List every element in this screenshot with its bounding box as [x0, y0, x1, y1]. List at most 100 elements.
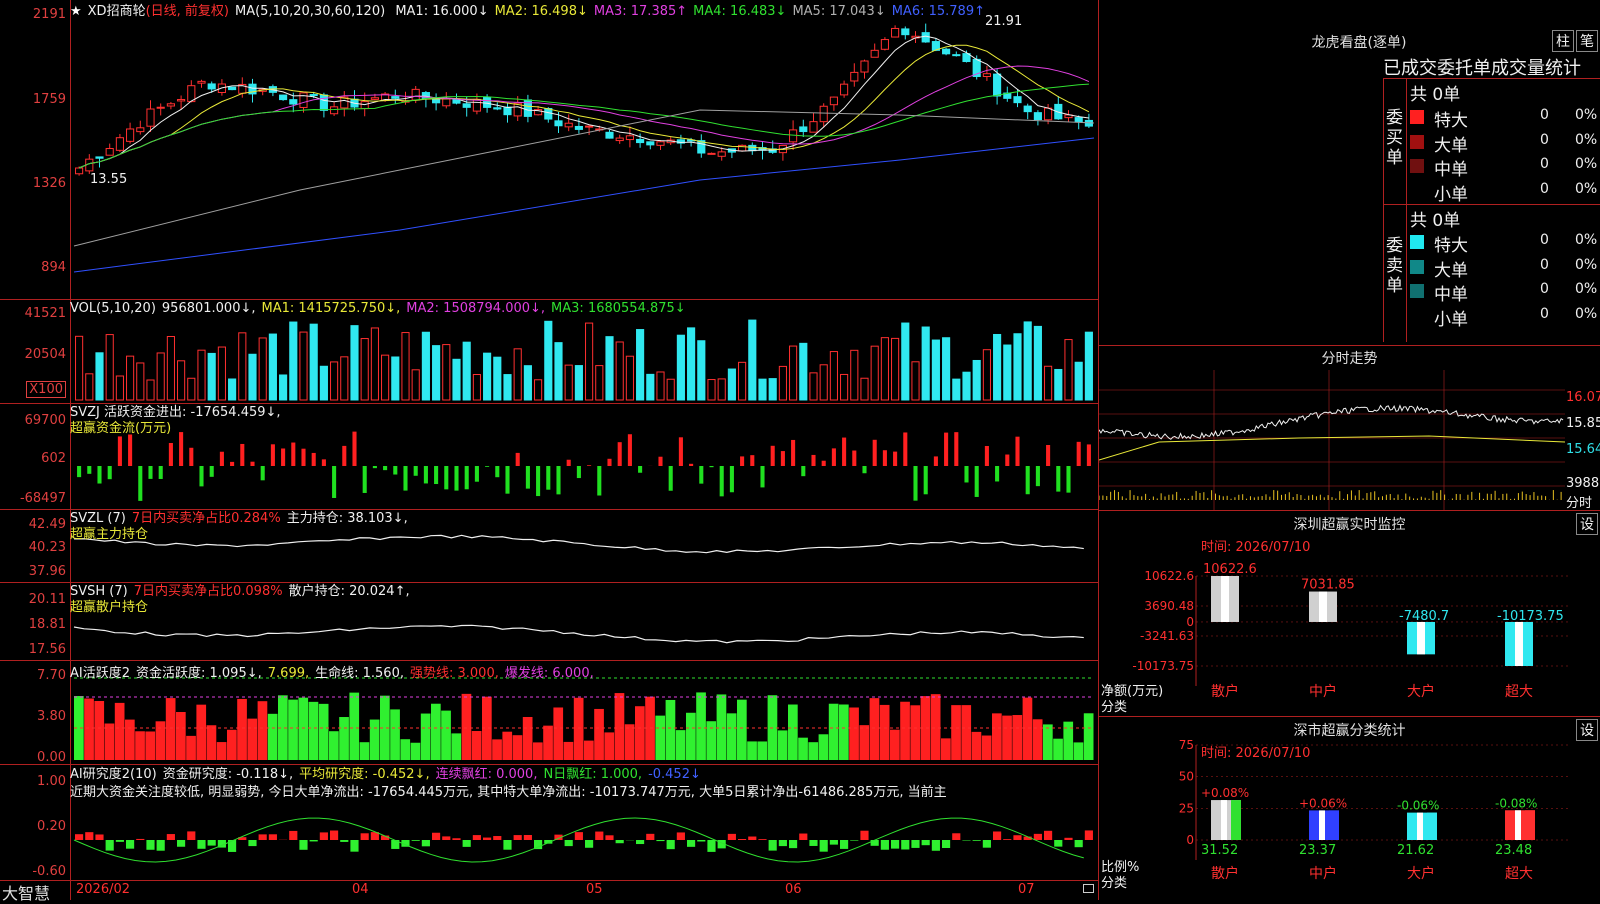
- candle-body: [830, 97, 837, 105]
- volume-bar: [555, 343, 562, 400]
- mon-y-tick: 3690.48: [1144, 599, 1194, 613]
- flow-bar: [322, 459, 326, 466]
- flow-bar: [750, 455, 754, 466]
- flow-bar: [87, 466, 91, 474]
- volume-bar: [402, 333, 409, 400]
- flow-bar: [240, 444, 244, 466]
- ma-item-3: MA3: 17.385↑: [594, 4, 687, 19]
- research-bar: [952, 833, 960, 840]
- ai2-v3: 连续飘红: 0.000,: [436, 767, 538, 782]
- activity-bar: [441, 711, 451, 760]
- y-tick: 1759: [33, 92, 66, 107]
- research-bar: [259, 834, 267, 840]
- stock-name[interactable]: XD招商轮: [88, 4, 146, 19]
- lhb-subtitle: 已成交委托单成交量统计: [1383, 54, 1581, 80]
- volume-bar: [728, 369, 735, 400]
- vol-title[interactable]: VOL(5,10,20): [70, 301, 156, 316]
- volume-bar: [749, 320, 756, 400]
- volume-bar: [524, 366, 531, 400]
- volume-bar: [739, 362, 746, 400]
- activity-bar: [686, 713, 696, 760]
- ai1-title[interactable]: AI活跃度2: [70, 666, 130, 681]
- ma60-line: [74, 110, 1094, 246]
- candle-body: [749, 145, 756, 150]
- volume-bar: [208, 353, 215, 400]
- candle-body: [433, 99, 440, 102]
- ai2-desc: 近期大资金关注度较低, 明显弱势, 今日大单净流出: -17654.445万元,…: [70, 784, 1095, 802]
- research-bar: [911, 840, 919, 848]
- volume-bar: [545, 321, 552, 400]
- flow-bar: [271, 444, 275, 466]
- activity-bar: [992, 713, 1002, 760]
- flow-bar: [108, 466, 112, 479]
- activity-bar: [900, 702, 910, 760]
- activity-bar: [553, 707, 563, 760]
- svzj-title[interactable]: SVZJ 活跃资金进出: -17654.459↓,: [70, 405, 281, 421]
- cls-bar-shine: [1221, 800, 1227, 840]
- research-bar: [738, 839, 746, 840]
- flow-bar: [567, 460, 571, 466]
- flow-bar: [709, 466, 713, 467]
- volume-bar: [76, 336, 83, 400]
- candle-body: [943, 49, 950, 54]
- candle-body: [922, 33, 929, 42]
- activity-bar: [319, 704, 329, 760]
- flow-bar: [1056, 466, 1060, 492]
- mon-bar-shine: [1319, 592, 1327, 622]
- activity-bar: [737, 700, 747, 760]
- mon-settings-button[interactable]: 设: [1576, 513, 1598, 535]
- kline-mode[interactable]: (日线, 前复权): [146, 4, 229, 19]
- research-bar: [830, 840, 838, 845]
- ma-item-1: MA1: 16.000↓: [395, 4, 488, 19]
- research-bar: [197, 840, 205, 849]
- mon-bar-label: -10173.75: [1497, 609, 1564, 624]
- volume-bar: [1024, 322, 1031, 400]
- flow-bar: [485, 466, 489, 467]
- activity-bar: [1002, 716, 1012, 760]
- holding-line-retail: [74, 625, 1084, 642]
- svsh-title[interactable]: SVSH (7): [70, 584, 128, 599]
- research-bar: [983, 840, 991, 848]
- y-tick: 602: [41, 451, 66, 466]
- color-swatch: [1410, 110, 1424, 124]
- btn-zhu[interactable]: 柱: [1552, 30, 1574, 52]
- volume-bar: [290, 322, 297, 400]
- flow-bar: [454, 466, 458, 491]
- cls-settings-button[interactable]: 设: [1576, 719, 1598, 741]
- volume-bar: [188, 378, 195, 400]
- row-name: 大单: [1434, 131, 1468, 156]
- activity-bar: [176, 712, 186, 760]
- flow-bar: [434, 466, 438, 484]
- volume-bar: [371, 328, 378, 400]
- flow-bar: [730, 466, 734, 492]
- candle-body: [310, 95, 317, 96]
- flow-bar: [1015, 437, 1019, 466]
- y-tick: 7.70: [37, 668, 66, 683]
- fs-avg-line: [1099, 436, 1565, 460]
- flow-bar: [954, 432, 958, 466]
- row-count: 0: [1540, 281, 1549, 297]
- volume-bar: [881, 338, 888, 400]
- svzl-title[interactable]: SVZL (7): [70, 511, 126, 526]
- ai2-title[interactable]: AI研究度2(10): [70, 767, 157, 782]
- kline-chart[interactable]: [0, 0, 1098, 900]
- ai1-v1: 资金活跃度: 1.095↓,: [136, 666, 262, 681]
- mon-unit2: 分类: [1101, 696, 1127, 715]
- candle-body: [463, 104, 470, 108]
- intraday-chart[interactable]: [1099, 370, 1600, 510]
- lock-icon[interactable]: [1083, 884, 1094, 893]
- flow-bar: [444, 466, 448, 489]
- activity-bar: [706, 721, 716, 760]
- flow-bar: [669, 466, 673, 491]
- volume-bar: [361, 339, 368, 400]
- flow-bar: [393, 466, 397, 475]
- flow-bar: [189, 448, 193, 466]
- sell-total: 共 0单: [1410, 206, 1460, 231]
- chart-area[interactable]: ★XD招商轮(日线, 前复权)MA(5,10,20,30,60,120) MA1…: [0, 0, 1098, 900]
- research-bar: [167, 834, 175, 840]
- buy-rows: 特大00%大单00%中单00%小单00%: [1410, 106, 1600, 204]
- research-bar: [432, 833, 440, 840]
- volume-bar: [994, 334, 1001, 400]
- main-header: ★XD招商轮(日线, 前复权)MA(5,10,20,30,60,120) MA1…: [70, 0, 997, 19]
- btn-bi[interactable]: 笔: [1576, 30, 1598, 52]
